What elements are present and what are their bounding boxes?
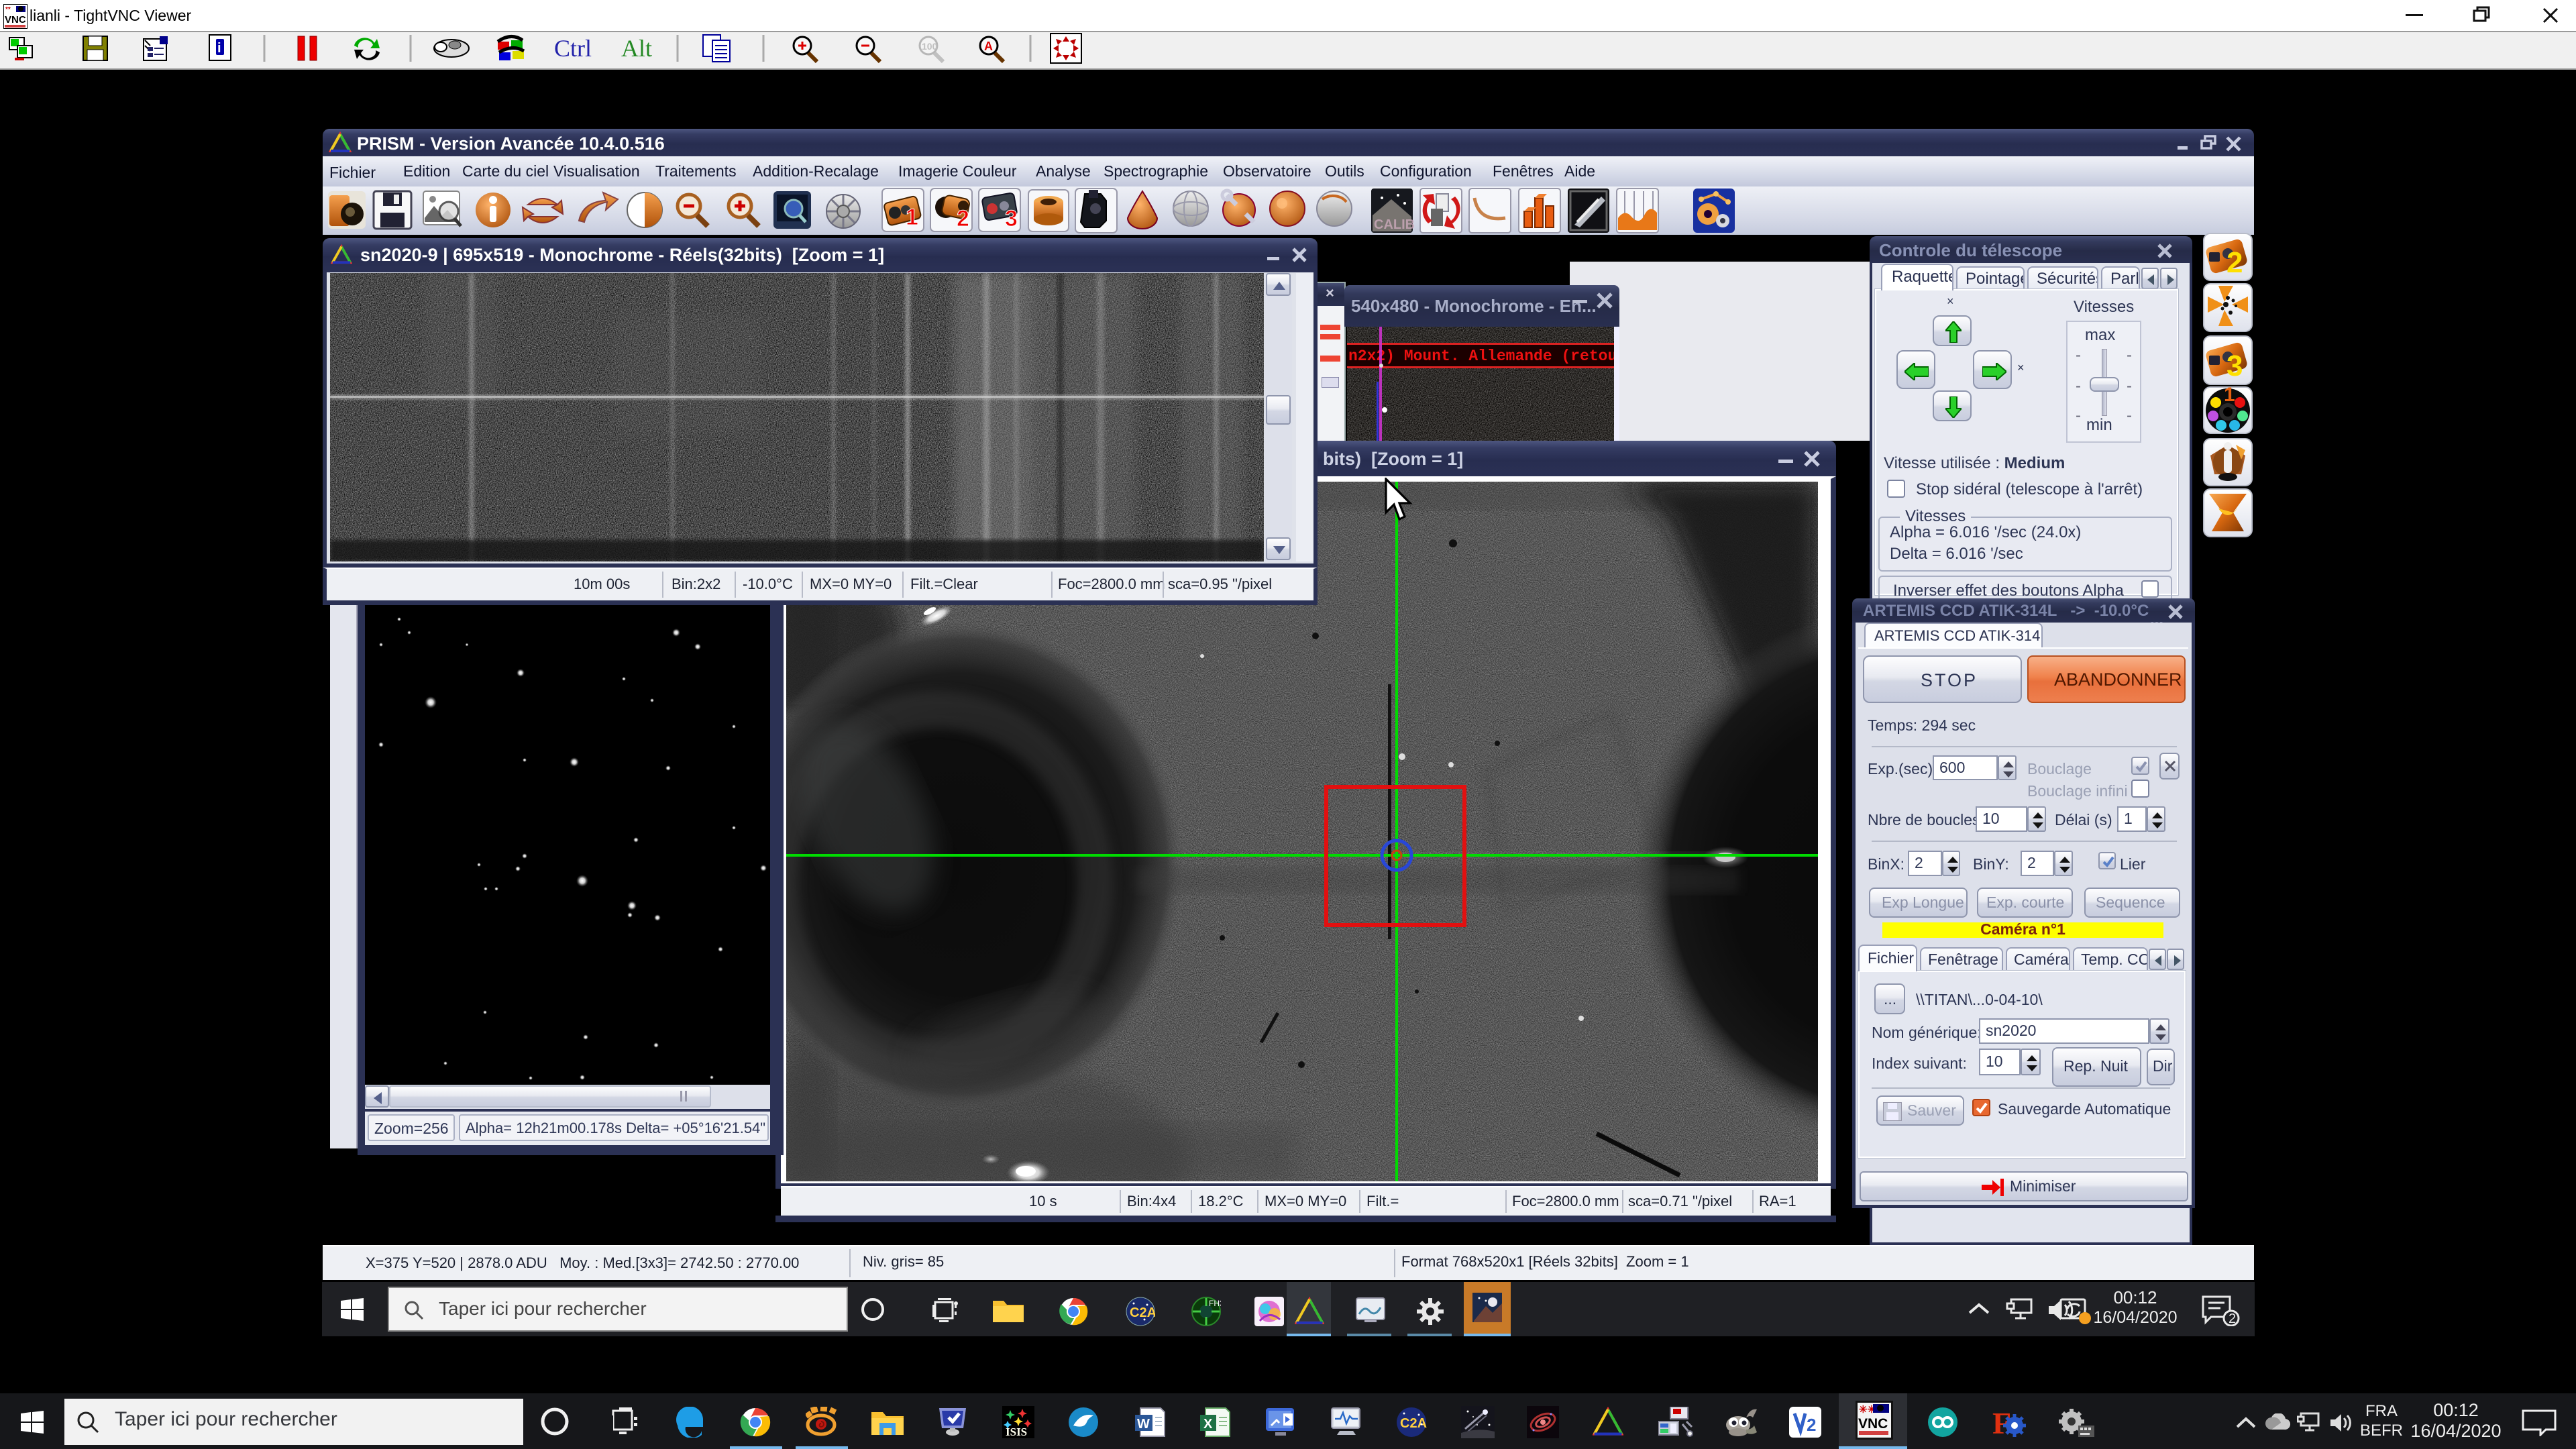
svg-text:100: 100 xyxy=(922,41,938,52)
svg-text:2: 2 xyxy=(957,206,969,231)
svg-text:**: ** xyxy=(5,6,11,13)
svg-text:CALIB: CALIB xyxy=(1374,217,1415,232)
svg-text:FH3: FH3 xyxy=(1209,1299,1221,1308)
svg-text:3: 3 xyxy=(1005,206,1018,231)
svg-text:C2A: C2A xyxy=(1130,1305,1155,1320)
svg-text:Alt: Alt xyxy=(621,35,652,62)
svg-text:Ctrl: Ctrl xyxy=(554,35,592,62)
svg-text:2: 2 xyxy=(2226,246,2243,279)
svg-text:X: X xyxy=(1203,1417,1213,1432)
svg-text:3: 3 xyxy=(2226,350,2243,382)
svg-text:C2A: C2A xyxy=(1400,1416,1427,1431)
svg-text:2: 2 xyxy=(2229,1311,2236,1326)
svg-text:ISIS: ISIS xyxy=(1006,1426,1027,1438)
svg-text:A: A xyxy=(984,40,993,53)
svg-text:W: W xyxy=(1137,1417,1150,1432)
svg-text:2: 2 xyxy=(1807,1415,1816,1435)
svg-text:VNC: VNC xyxy=(1858,1416,1888,1432)
svg-text:1: 1 xyxy=(906,205,918,230)
svg-text:i: i xyxy=(217,41,221,56)
svg-text:VNC: VNC xyxy=(5,14,26,25)
svg-text:1: 1 xyxy=(2224,384,2235,406)
